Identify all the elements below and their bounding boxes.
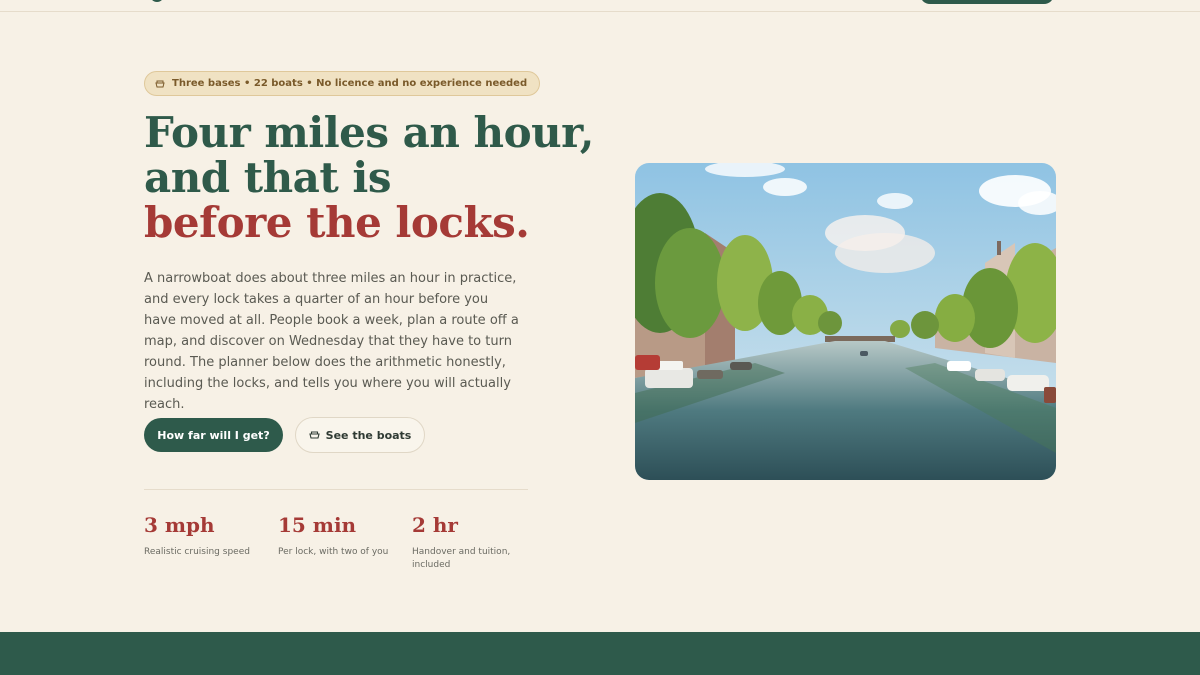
headline-line-2: and that is	[144, 153, 392, 202]
stat-value: 2 hr	[412, 513, 458, 537]
headline-line-3: before the locks.	[144, 198, 530, 247]
how-far-button[interactable]: How far will I get?	[144, 418, 283, 452]
stat-speed: 3 mph Realistic cruising speed	[144, 512, 269, 559]
info-badge: Three bases • 22 boats • No licence and …	[144, 71, 541, 96]
badge-text: Three bases • 22 boats • No licence and …	[172, 78, 528, 89]
boat-icon	[155, 80, 165, 87]
headline-line-1: Four miles an hour,	[144, 108, 594, 157]
canal-photo	[635, 163, 1056, 480]
see-boats-button[interactable]: See the boats	[295, 417, 425, 453]
how-far-button-label: How far will I get?	[157, 428, 270, 442]
stat-handover: 2 hr Handover and tuition, included	[412, 512, 528, 572]
footer-band	[0, 632, 1200, 675]
intro-paragraph: A narrowboat does about three miles an h…	[144, 271, 519, 412]
nav-cta-button[interactable]	[920, 0, 1054, 4]
stat-label: Handover and tuition, included	[412, 547, 511, 570]
boat-icon	[308, 431, 320, 439]
stat-label: Per lock, with two of you	[278, 547, 389, 557]
see-boats-button-label: See the boats	[325, 428, 412, 442]
stat-lock-time: 15 min Per lock, with two of you	[278, 512, 403, 559]
page-headline: Four miles an hour, and that is before t…	[144, 110, 604, 245]
stat-value: 3 mph	[144, 513, 215, 537]
stats-divider	[144, 489, 528, 490]
canal-illustration	[635, 163, 1056, 480]
stat-label: Realistic cruising speed	[144, 547, 250, 557]
stat-value: 15 min	[278, 513, 357, 537]
top-nav-bar	[0, 0, 1200, 12]
logo-icon[interactable]	[150, 0, 164, 2]
